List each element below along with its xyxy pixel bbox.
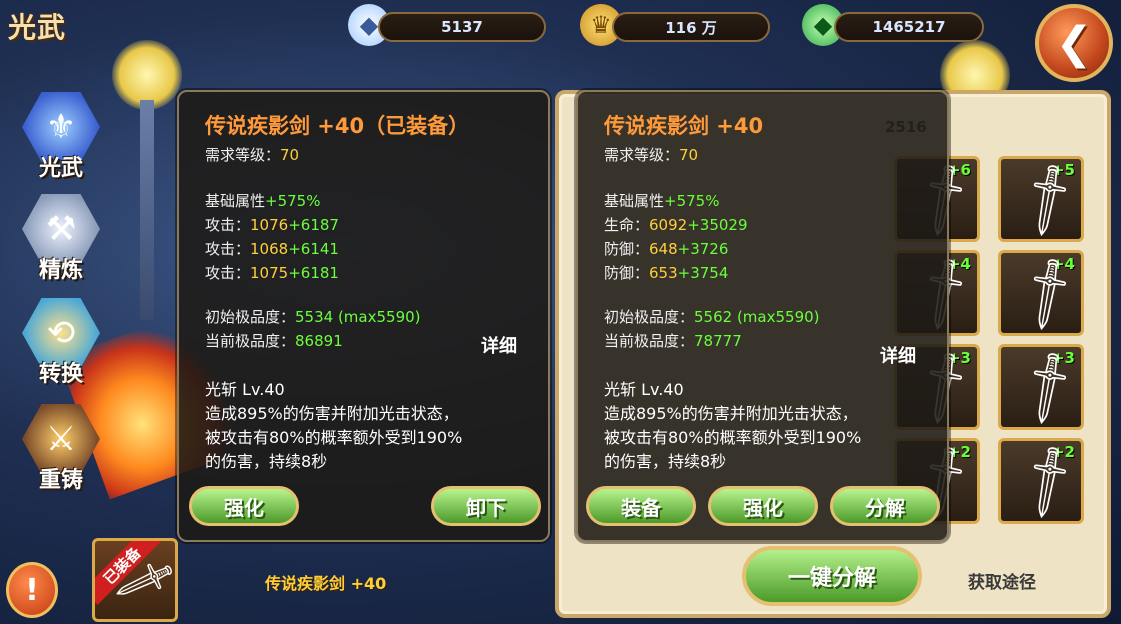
back-arrow-icon: ❮: [1055, 17, 1093, 69]
skill-desc-line: 的伤害，持续8秒: [205, 452, 328, 471]
skill-desc-line: 被攻击有80%的概率额外受到190%: [604, 428, 862, 447]
stat-line: 防御：653+3754: [604, 264, 729, 282]
skill-desc-line: 造成895%的伤害并附加光击状态，: [205, 404, 459, 423]
nav-label: 精炼: [38, 258, 83, 283]
nav-label: 重铸: [38, 468, 83, 493]
stat-line: 生命：6092+35029: [604, 216, 748, 234]
current-quality: 当前极品度：86891: [205, 332, 343, 350]
sword-icon: 🗡: [1004, 344, 1093, 432]
crystal-count: 1465217: [834, 12, 984, 42]
stat-line: 攻击：1075+6181: [205, 264, 339, 282]
gold-value: 116 万: [665, 18, 717, 37]
initial-quality: 初始极品度：5534 (max5590): [205, 308, 421, 326]
skill-name: 光斩 Lv.40: [205, 380, 285, 399]
skill-desc-line: 造成895%的伤害并附加光击状态，: [604, 404, 858, 423]
decompose-button[interactable]: 分解: [830, 486, 940, 526]
equipped-item-name: 传说疾影剑 +40: [265, 574, 387, 593]
stat-line: 攻击：1076+6187: [205, 216, 339, 234]
candidate-item-tooltip: 传说疾影剑 +40 需求等级：70 基础属性+575% 生命：6092+3502…: [576, 90, 949, 542]
required-level: 需求等级：70: [604, 146, 699, 164]
base-attribute: 基础属性+575%: [205, 192, 321, 210]
inventory-slot[interactable]: +3🗡: [998, 344, 1093, 431]
stat-line: 攻击：1068+6141: [205, 240, 339, 258]
equip-button[interactable]: 装备: [586, 486, 696, 526]
lamp-pillar-left: [140, 100, 154, 320]
alert-button[interactable]: !: [6, 562, 58, 618]
crystal-value: 1465217: [872, 18, 946, 36]
sword-icon: 🗡: [1004, 250, 1093, 338]
nav-item-recast[interactable]: ⚔ 重铸: [18, 404, 104, 494]
equipped-item-slot[interactable]: 已装备 🗡: [92, 538, 178, 622]
inventory-slot[interactable]: +2🗡: [998, 438, 1093, 525]
enhance-button[interactable]: 强化: [189, 486, 299, 526]
page-title: 光武: [8, 11, 67, 44]
gold-count: 116 万: [612, 12, 770, 42]
detail-link[interactable]: 详细: [481, 332, 517, 358]
enhance-button[interactable]: 强化: [708, 486, 818, 526]
skill-desc-line: 的伤害，持续8秒: [604, 452, 727, 471]
equipped-item-tooltip: 传说疾影剑 +40（已装备） 需求等级：70 基础属性+575% 攻击：1076…: [177, 90, 550, 542]
skill-desc-line: 被攻击有80%的概率额外受到190%: [205, 428, 463, 447]
sword-icon: 🗡: [1004, 438, 1093, 526]
diamond-value: 5137: [441, 18, 483, 36]
nav-item-guangwu[interactable]: ⚜ 光武: [18, 92, 104, 182]
item-name: 传说疾影剑 +40（已装备）: [205, 114, 470, 138]
detail-link[interactable]: 详细: [880, 342, 916, 368]
current-quality: 当前极品度：78777: [604, 332, 742, 350]
inventory-slot[interactable]: +5 🗡: [998, 156, 1093, 243]
initial-quality: 初始极品度：5562 (max5590): [604, 308, 820, 326]
sword-icon: 🗡: [1004, 156, 1093, 244]
required-level: 需求等级：70: [205, 146, 300, 164]
base-attribute: 基础属性+575%: [604, 192, 720, 210]
item-name: 传说疾影剑 +40: [604, 114, 764, 138]
nav-item-convert[interactable]: ⟲ 转换: [18, 298, 104, 388]
nav-item-refine[interactable]: ⚒ 精炼: [18, 194, 104, 284]
skill-name: 光斩 Lv.40: [604, 380, 684, 399]
stat-line: 防御：648+3726: [604, 240, 729, 258]
one-key-decompose-button[interactable]: 一键分解: [742, 546, 922, 606]
obtain-source-link[interactable]: 获取途径: [968, 568, 1036, 593]
inventory-slot[interactable]: +4🗡: [998, 250, 1093, 337]
diamond-count: 5137: [378, 12, 546, 42]
back-button[interactable]: ❮: [1035, 4, 1113, 82]
nav-label: 转换: [38, 362, 83, 387]
unequip-button[interactable]: 卸下: [431, 486, 541, 526]
nav-label: 光武: [38, 156, 83, 181]
